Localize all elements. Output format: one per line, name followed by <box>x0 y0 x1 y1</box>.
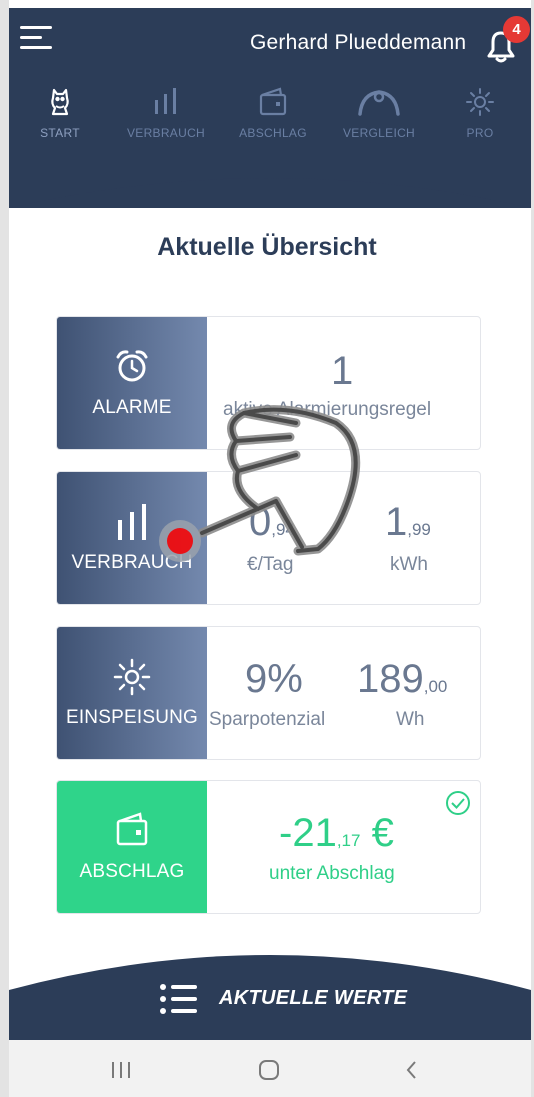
card-einspeisung[interactable]: EINSPEISUNG 9% Sparpotenzial 189,00 Wh <box>56 626 481 760</box>
abschlag-caption: unter Abschlag <box>269 863 395 884</box>
wallet-icon <box>259 87 287 116</box>
bar-chart-icon <box>57 502 207 542</box>
alarm-count: 1 <box>331 349 354 393</box>
alarm-clock-icon <box>57 347 207 385</box>
amount-currency: € <box>360 811 394 855</box>
nav-item-abschlag[interactable]: ABSCHLAG <box>223 82 323 148</box>
savings-percent: 9% <box>245 657 303 701</box>
energy-unit: kWh <box>390 554 428 575</box>
notification-badge[interactable]: 4 <box>503 16 530 43</box>
card-body: -21,17 € unter Abschlag <box>207 781 480 913</box>
home-icon <box>259 1060 279 1080</box>
bottom-bar-label: AKTUELLE WERTE <box>219 987 408 1009</box>
top-nav: START VERBRAUCH ABSCHLAG VERGLEICH PRO <box>9 82 531 152</box>
cost-per-day-value: 0,94 <box>249 500 295 545</box>
owl-icon <box>51 88 69 116</box>
home-button[interactable] <box>238 1054 298 1084</box>
energy-value: 1,99 <box>385 500 431 545</box>
bar-chart-icon <box>155 88 176 114</box>
card-alarme[interactable]: ALARME 1 aktive Alarmierungsregel <box>56 316 481 450</box>
amount-fraction: ,17 <box>336 831 361 850</box>
card-label: EINSPEISUNG <box>65 707 199 728</box>
card-side-abschlag: ABSCHLAG <box>57 781 207 913</box>
feed-in-unit: Wh <box>396 709 425 730</box>
card-verbrauch[interactable]: VERBRAUCH 0,94 €/Tag 1,99 kWh <box>56 471 481 605</box>
user-name[interactable]: Gerhard Plueddemann <box>250 31 466 55</box>
alarm-caption: aktive Alarmierungsregel <box>223 399 432 420</box>
gauge-icon <box>358 90 400 116</box>
feed-in-fraction: ,00 <box>423 677 448 696</box>
nav-label: VERGLEICH <box>342 126 416 140</box>
aktuelle-werte-button[interactable]: AKTUELLE WERTE <box>9 965 531 1035</box>
energy-main: 1 <box>385 500 408 544</box>
energy-fraction: ,99 <box>407 520 431 539</box>
nav-item-verbrauch[interactable]: VERBRAUCH <box>116 82 216 148</box>
recent-apps-icon <box>112 1062 130 1078</box>
card-body: 0,94 €/Tag 1,99 kWh <box>207 472 480 604</box>
card-label: ALARME <box>92 397 172 418</box>
nav-item-start[interactable]: START <box>10 82 110 148</box>
cost-fraction: ,94 <box>271 520 295 539</box>
list-icon <box>160 984 197 1014</box>
page-title: Aktuelle Übersicht <box>157 233 377 261</box>
amount-main: -21 <box>279 811 337 855</box>
menu-bar <box>20 26 52 29</box>
nav-label: START <box>40 126 80 140</box>
cost-main: 0 <box>249 500 272 544</box>
system-nav-bar <box>9 1040 531 1097</box>
card-abschlag[interactable]: ABSCHLAG -21,17 € unter Abschlag <box>56 780 481 914</box>
nav-label: PRO <box>466 126 494 140</box>
feed-in-value: 189,00 <box>357 657 447 702</box>
card-side-einspeisung: EINSPEISUNG <box>57 627 207 759</box>
menu-button[interactable] <box>20 26 52 56</box>
wallet-icon <box>57 811 207 849</box>
cost-unit: €/Tag <box>247 554 294 575</box>
card-side-alarme: ALARME <box>57 317 207 449</box>
feed-in-main: 189 <box>357 657 424 701</box>
sun-icon <box>57 657 207 697</box>
abschlag-amount: -21,17 € <box>279 811 394 856</box>
card-label: ABSCHLAG <box>79 861 185 882</box>
nav-item-vergleich[interactable]: VERGLEICH <box>329 82 429 148</box>
card-label: VERBRAUCH <box>71 552 193 573</box>
nav-item-pro[interactable]: PRO <box>430 82 530 148</box>
nav-label: ABSCHLAG <box>239 126 307 140</box>
sun-icon <box>466 88 494 116</box>
check-circle-icon <box>446 791 470 815</box>
card-body: 9% Sparpotenzial 189,00 Wh <box>207 627 480 759</box>
nav-label: VERBRAUCH <box>126 126 206 140</box>
card-side-verbrauch: VERBRAUCH <box>57 472 207 604</box>
recent-apps-button[interactable] <box>91 1054 151 1084</box>
back-button[interactable] <box>381 1054 441 1084</box>
menu-bar <box>20 36 42 39</box>
back-icon <box>406 1061 416 1079</box>
header-curve <box>9 160 531 208</box>
card-body: 1 aktive Alarmierungsregel <box>207 317 480 449</box>
savings-caption: Sparpotenzial <box>209 709 326 730</box>
menu-bar <box>20 46 52 49</box>
